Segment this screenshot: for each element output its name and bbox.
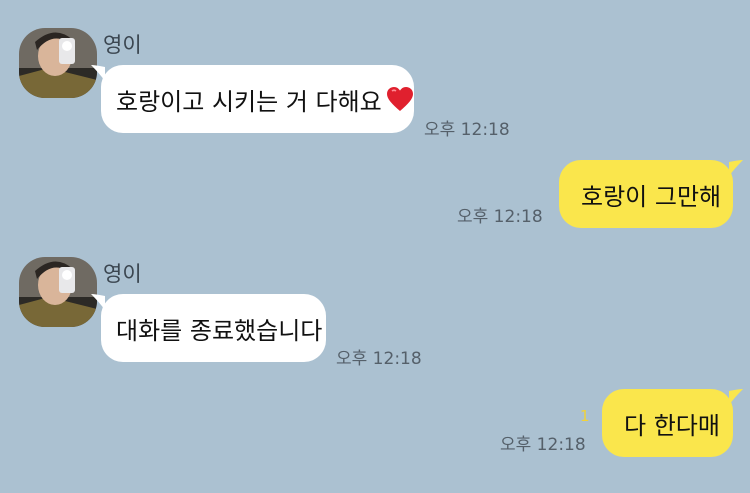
- outgoing-message-bubble[interactable]: 호랑이 그만해: [559, 160, 743, 228]
- heart-icon: [386, 86, 414, 112]
- bubble-tail: [91, 294, 105, 310]
- message-text: 호랑이 그만해: [581, 182, 722, 211]
- message-text: 다 한다매: [624, 411, 720, 440]
- message-timestamp: 오후 12:18: [336, 349, 422, 369]
- bubble-tail: [91, 65, 105, 81]
- message-timestamp: 오후 12:18: [424, 120, 510, 140]
- sender-avatar[interactable]: [19, 257, 97, 327]
- outgoing-message-bubble[interactable]: 다 한다매: [602, 389, 743, 457]
- sender-name: 영이: [103, 33, 142, 57]
- bubble-tail: [729, 160, 743, 176]
- unread-count: 1: [580, 407, 590, 425]
- bubble-tail: [729, 389, 743, 405]
- message-timestamp: 오후 12:18: [500, 435, 586, 455]
- message-text: 호랑이고 시키는 거 다해요: [116, 87, 382, 116]
- message-timestamp: 오후 12:18: [457, 207, 543, 227]
- incoming-message-bubble[interactable]: 대화를 종료했습니다: [91, 294, 326, 362]
- avatar-photo: [19, 257, 97, 327]
- sender-name: 영이: [103, 262, 142, 286]
- avatar-photo: [19, 28, 97, 98]
- message-text: 대화를 종료했습니다: [116, 316, 323, 345]
- incoming-message-bubble[interactable]: 호랑이고 시키는 거 다해요: [91, 65, 414, 133]
- sender-avatar[interactable]: [19, 28, 97, 98]
